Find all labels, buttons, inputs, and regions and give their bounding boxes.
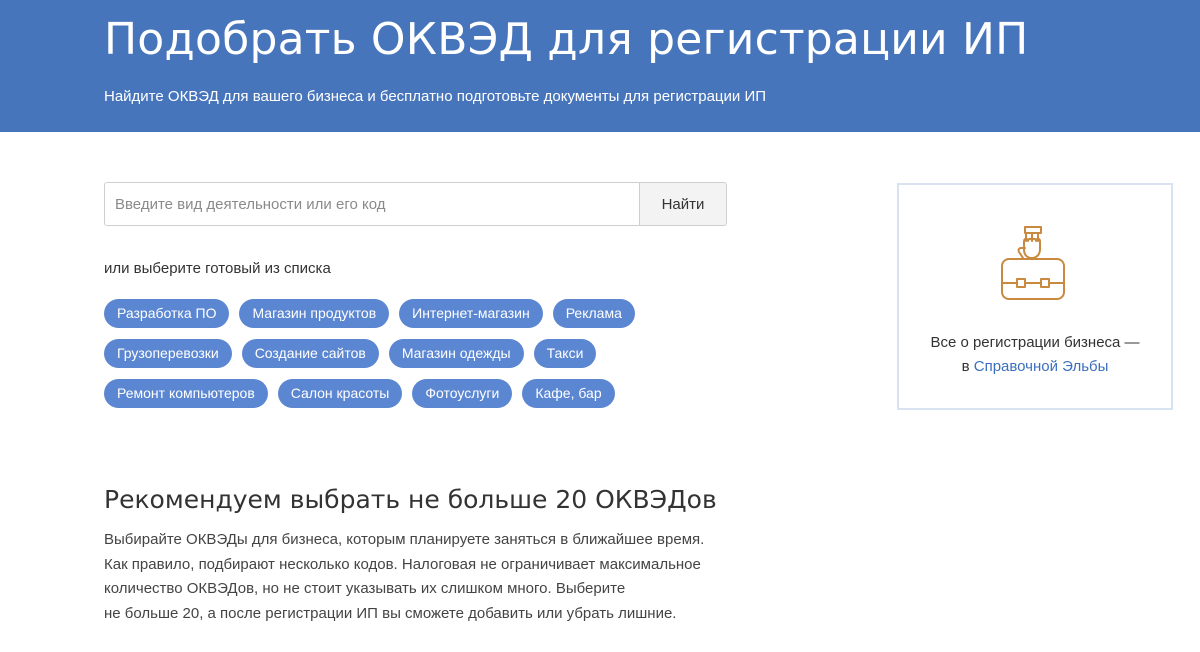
tag-row: Грузоперевозки Создание сайтов Магазин о… [104,339,664,368]
tag-grocery-store[interactable]: Магазин продуктов [239,299,390,328]
tag-online-store[interactable]: Интернет-магазин [399,299,543,328]
page-subtitle: Найдите ОКВЭД для вашего бизнеса и беспл… [104,88,767,105]
card-text-prefix: в [961,358,974,375]
search-form: Найти [104,182,727,226]
elba-reference-link[interactable]: Справочной Эльбы [974,358,1109,375]
recommendation-line: не больше 20, а после регистрации ИП вы … [104,604,677,622]
recommendation-title: Рекомендуем выбрать не больше 20 ОКВЭДов [104,485,717,514]
recommendation-line: Как правило, подбирают несколько кодов. … [104,555,701,573]
tag-row: Ремонт компьютеров Салон красоты Фотоусл… [104,379,664,408]
business-registration-card: Все о регистрации бизнеса — в Справочной… [897,183,1173,410]
tag-website-creation[interactable]: Создание сайтов [241,339,379,368]
tag-computer-repair[interactable]: Ремонт компьютеров [104,379,268,408]
recommendation-text: Выбирайте ОКВЭДы для бизнеса, которым пл… [104,528,764,626]
recommendation-line: количество ОКВЭДов, но не стоит указыват… [104,580,626,597]
card-text-link-line: в Справочной Эльбы [899,358,1171,375]
tag-software-development[interactable]: Разработка ПО [104,299,230,328]
tag-freight[interactable]: Грузоперевозки [104,339,232,368]
search-input[interactable] [104,182,639,226]
tag-row: Разработка ПО Магазин продуктов Интернет… [104,299,664,328]
tag-beauty-salon[interactable]: Салон красоты [277,379,403,408]
choose-from-list-hint: или выберите готовый из списка [104,260,331,277]
search-button[interactable]: Найти [639,182,727,226]
tag-advertising[interactable]: Реклама [552,299,635,328]
tag-clothing-store[interactable]: Магазин одежды [388,339,524,368]
page-title: Подобрать ОКВЭД для регистрации ИП [104,14,1029,65]
page-header: Подобрать ОКВЭД для регистрации ИП Найди… [0,0,1200,132]
recommendation-line: Выбирайте ОКВЭДы для бизнеса, которым пл… [104,531,705,548]
tag-cafe-bar[interactable]: Кафе, бар [522,379,615,408]
tag-taxi[interactable]: Такси [533,339,597,368]
tag-photo-services[interactable]: Фотоуслуги [412,379,513,408]
card-text: Все о регистрации бизнеса — [930,334,1140,351]
briefcase-hand-icon [1001,226,1065,300]
activity-tags: Разработка ПО Магазин продуктов Интернет… [104,299,664,419]
